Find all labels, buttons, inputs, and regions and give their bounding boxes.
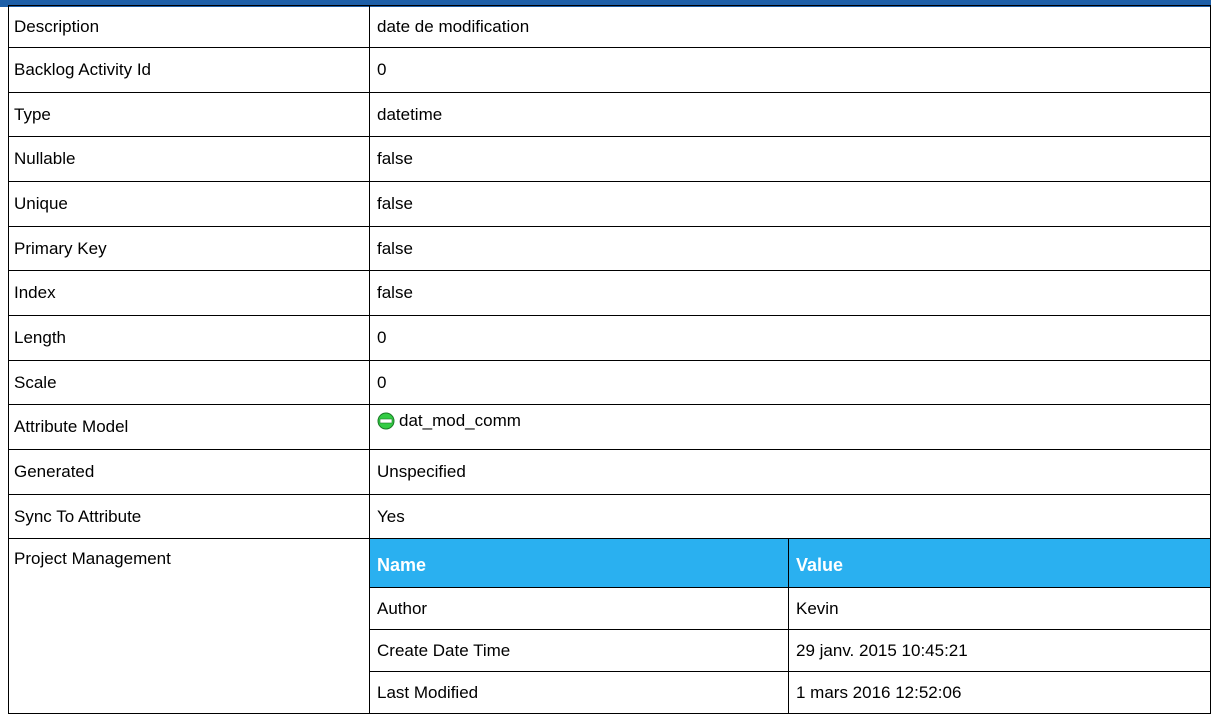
pm-row-last-modified: Last Modified 1 mars 2016 12:52:06 xyxy=(370,671,1210,713)
property-label: Nullable xyxy=(8,136,370,182)
pm-cell-name: Create Date Time xyxy=(370,629,789,672)
property-value: date de modification xyxy=(369,5,1211,48)
project-management-table: Name Value Author Kevin Create Date Time… xyxy=(370,539,1210,713)
property-value: Unspecified xyxy=(369,449,1211,495)
pm-column-header-value: Value xyxy=(788,539,1210,588)
property-value: 0 xyxy=(369,360,1211,405)
property-row-backlog-activity-id: Backlog Activity Id 0 xyxy=(8,47,1211,93)
property-label: Index xyxy=(8,270,370,316)
property-row-generated: Generated Unspecified xyxy=(8,449,1211,495)
property-label: Backlog Activity Id xyxy=(8,47,370,93)
attribute-model-link[interactable]: dat_mod_comm xyxy=(377,411,521,431)
property-row-attribute-model: Attribute Model dat_mod_comm xyxy=(8,404,1211,450)
property-row-description: Description date de modification xyxy=(8,5,1211,48)
properties-table: Description date de modification Backlog… xyxy=(8,5,1211,714)
pm-cell-name: Author xyxy=(370,587,789,630)
property-label: Length xyxy=(8,315,370,361)
property-row-sync-to-attribute: Sync To Attribute Yes xyxy=(8,494,1211,539)
pm-column-header-name: Name xyxy=(370,539,789,588)
pm-cell-value: 1 mars 2016 12:52:06 xyxy=(788,671,1210,713)
property-value: false xyxy=(369,226,1211,271)
property-row-project-management: Project Management Name Value Author Kev… xyxy=(8,538,1211,714)
property-row-unique: Unique false xyxy=(8,181,1211,227)
property-label: Unique xyxy=(8,181,370,227)
property-row-primary-key: Primary Key false xyxy=(8,226,1211,271)
property-row-index: Index false xyxy=(8,270,1211,316)
project-management-cell: Name Value Author Kevin Create Date Time… xyxy=(369,538,1211,714)
pm-row-author: Author Kevin xyxy=(370,587,1210,630)
property-value: false xyxy=(369,181,1211,227)
pm-row-create-date-time: Create Date Time 29 janv. 2015 10:45:21 xyxy=(370,629,1210,672)
property-value: false xyxy=(369,136,1211,182)
pm-cell-value: Kevin xyxy=(788,587,1210,630)
property-row-type: Type datetime xyxy=(8,92,1211,137)
attribute-model-name: dat_mod_comm xyxy=(399,411,521,430)
property-label: Description xyxy=(8,5,370,48)
property-label: Primary Key xyxy=(8,226,370,271)
pm-header-row: Name Value xyxy=(370,539,1210,588)
property-label: Type xyxy=(8,92,370,137)
property-label: Sync To Attribute xyxy=(8,494,370,539)
property-label: Scale xyxy=(8,360,370,405)
property-value: false xyxy=(369,270,1211,316)
property-label: Attribute Model xyxy=(8,404,370,450)
property-value: 0 xyxy=(369,47,1211,93)
pm-cell-name: Last Modified xyxy=(370,671,789,713)
property-value: 0 xyxy=(369,315,1211,361)
property-row-scale: Scale 0 xyxy=(8,360,1211,405)
property-row-length: Length 0 xyxy=(8,315,1211,361)
pm-cell-value: 29 janv. 2015 10:45:21 xyxy=(788,629,1210,672)
property-value: Yes xyxy=(369,494,1211,539)
property-label: Generated xyxy=(8,449,370,495)
attribute-model-icon xyxy=(377,412,395,430)
property-label: Project Management xyxy=(8,538,370,714)
property-value: datetime xyxy=(369,92,1211,137)
property-value: dat_mod_comm xyxy=(369,404,1211,450)
property-row-nullable: Nullable false xyxy=(8,136,1211,182)
